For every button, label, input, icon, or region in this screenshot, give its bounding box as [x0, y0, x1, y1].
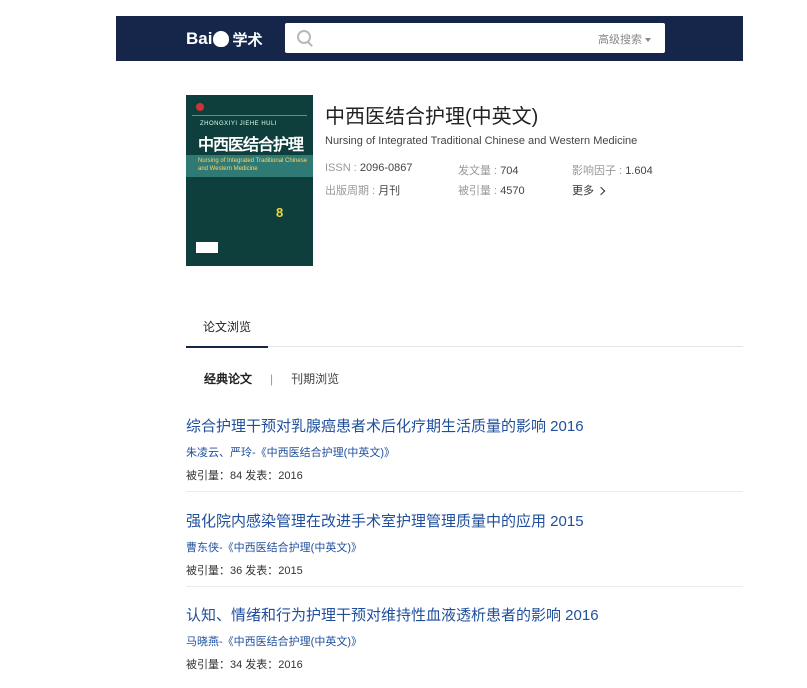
paper-authors-link[interactable]: 曹东侠-《中西医结合护理(中英文)》 — [186, 539, 743, 555]
advanced-search-label: 高级搜索 — [598, 34, 642, 46]
more-label: 更多 — [572, 185, 594, 197]
barcode-icon — [196, 242, 218, 253]
search-icon[interactable] — [297, 30, 311, 44]
paper-authors-link[interactable]: 朱凌云、严玲-《中西医结合护理(中英文)》 — [186, 444, 743, 460]
divider — [186, 586, 743, 587]
list-item: 综合护理干预对乳腺癌患者术后化疗期生活质量的影响 2016 朱凌云、严玲-《中西… — [186, 415, 743, 492]
cited-count-label: 被引量 : — [458, 185, 498, 197]
subtab-issue-browse[interactable]: 刊期浏览 — [291, 372, 339, 386]
papers-count-value: 704 — [500, 165, 519, 177]
cover-issue-number: 8 — [276, 205, 284, 220]
search-box: 高级搜索 — [285, 23, 665, 53]
publication-cycle-field: 出版周期 : 月刊 — [325, 182, 400, 198]
papers-count-field: 发文量 : 704 — [458, 162, 519, 178]
caret-down-icon — [645, 38, 651, 43]
list-item: 认知、情绪和行为护理干预对维持性血液透析患者的影响 2016 马晓燕-《中西医结… — [186, 604, 743, 672]
journal-english-title: Nursing of Integrated Traditional Chines… — [325, 135, 638, 147]
subtab-classic-papers[interactable]: 经典论文 — [204, 372, 252, 386]
paper-title-link[interactable]: 认知、情绪和行为护理干预对维持性血液透析患者的影响 2016 — [186, 604, 743, 625]
issn-label: ISSN : — [325, 162, 357, 174]
logo-text-bai: Bai — [186, 29, 213, 48]
paw-icon — [213, 31, 230, 47]
paper-title-link[interactable]: 强化院内感染管理在改进手术室护理管理质量中的应用 2015 — [186, 510, 743, 531]
impact-factor-label: 影响因子 : — [572, 165, 623, 177]
cited-count-field: 被引量 : 4570 — [458, 182, 525, 198]
publication-cycle-label: 出版周期 : — [325, 185, 376, 197]
chevron-right-icon — [596, 186, 606, 196]
cited-count-value: 4570 — [500, 185, 525, 197]
issn-value: 2096-0867 — [359, 162, 413, 174]
cover-title: 中西医结合护理 — [198, 137, 304, 154]
search-input[interactable] — [319, 27, 583, 51]
more-link[interactable]: 更多 — [572, 182, 606, 198]
top-header-bar: Bai 学术 高级搜索 — [116, 16, 743, 61]
journal-title: 中西医结合护理(中英文) — [325, 106, 539, 128]
journal-cover-image: ZHONGXIYI JIEHE HULI 中西医结合护理 Nursing of … — [186, 95, 313, 266]
paper-meta: 被引量：34 发表：2016 — [186, 659, 303, 671]
divider — [186, 491, 743, 492]
paper-meta: 被引量：84 发表：2016 — [186, 470, 303, 482]
cover-header-strip — [192, 101, 307, 116]
papers-count-label: 发文量 : — [458, 165, 498, 177]
impact-factor-field: 影响因子 : 1.604 — [572, 162, 653, 178]
sub-tabs: 经典论文 | 刊期浏览 — [204, 370, 339, 387]
cover-english-title: Nursing of Integrated Traditional Chines… — [198, 158, 308, 172]
baidu-scholar-logo[interactable]: Bai 学术 — [186, 26, 262, 52]
subtab-separator: | — [270, 372, 274, 386]
issn-field: ISSN : 2096-0867 — [325, 162, 412, 174]
cover-pinyin: ZHONGXIYI JIEHE HULI — [200, 121, 278, 127]
impact-factor-value: 1.604 — [625, 165, 653, 177]
paper-authors-link[interactable]: 马晓燕-《中西医结合护理(中英文)》 — [186, 633, 743, 649]
paper-meta: 被引量：36 发表：2015 — [186, 565, 303, 577]
advanced-search-button[interactable]: 高级搜索 — [598, 31, 651, 47]
cover-logo-icon — [196, 103, 204, 111]
list-item: 强化院内感染管理在改进手术室护理管理质量中的应用 2015 曹东侠-《中西医结合… — [186, 510, 743, 587]
logo-text-xueshu: 学术 — [232, 31, 263, 49]
main-tabs: 论文浏览 — [186, 316, 743, 348]
tab-paper-browse[interactable]: 论文浏览 — [186, 316, 268, 348]
paper-title-link[interactable]: 综合护理干预对乳腺癌患者术后化疗期生活质量的影响 2016 — [186, 415, 743, 436]
publication-cycle-value: 月刊 — [378, 185, 401, 197]
